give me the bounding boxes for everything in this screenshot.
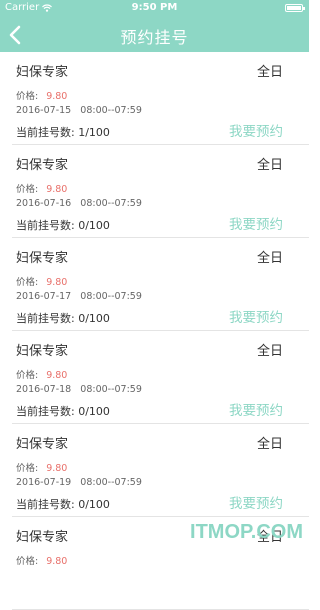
- date-time-row: 2016-07-17 08:00--07:59: [16, 291, 142, 302]
- price-row: 价格: 9.80: [16, 460, 67, 474]
- price-value: 9.80: [46, 277, 68, 288]
- date-time-row: 2016-07-18 08:00--07:59: [16, 384, 142, 395]
- clock: 9:50 PM: [131, 2, 178, 13]
- count-value: 0/100: [78, 405, 110, 418]
- count-row: 当前挂号数: 0/100: [16, 310, 110, 326]
- count-label: 当前挂号数:: [16, 219, 75, 232]
- list-item: 妇保专家 全日 价格: 9.80 2016-07-16 08:00--07:59 …: [12, 145, 309, 238]
- department-name: 妇保专家: [16, 530, 69, 545]
- count-label: 当前挂号数:: [16, 498, 75, 511]
- period-label: 全日: [256, 65, 283, 80]
- page-title: 预约挂号: [120, 28, 189, 47]
- price-label: 价格:: [16, 463, 39, 474]
- price-label: 价格:: [16, 277, 39, 288]
- price-row: 价格: 9.80: [16, 553, 67, 567]
- price-label: 价格:: [16, 370, 39, 381]
- watermark-logo: ITMOP.COM: [190, 521, 303, 543]
- date-time-row: 2016-07-19 08:00--07:59: [16, 477, 142, 488]
- status-bar: Carrier 9:50 PM: [0, 0, 309, 16]
- date-value: 2016-07-15: [16, 105, 72, 116]
- department-name: 妇保专家: [16, 251, 69, 266]
- department-name: 妇保专家: [16, 65, 69, 80]
- department-name: 妇保专家: [16, 344, 69, 359]
- book-button[interactable]: 我要预约: [229, 306, 283, 326]
- date-value: 2016-07-18: [16, 384, 72, 395]
- price-row: 价格: 9.80: [16, 367, 67, 381]
- book-button[interactable]: 我要预约: [229, 399, 283, 419]
- book-button[interactable]: 我要预约: [229, 213, 283, 233]
- period-label: 全日: [256, 344, 283, 359]
- price-row: 价格: 9.80: [16, 181, 67, 195]
- list-item: 妇保专家 全日 价格: 9.80 2016-07-15 08:00--07:59 …: [12, 52, 309, 145]
- time-value: 08:00--07:59: [80, 198, 142, 209]
- book-button[interactable]: 我要预约: [229, 120, 283, 140]
- count-label: 当前挂号数:: [16, 312, 75, 325]
- price-label: 价格:: [16, 91, 39, 102]
- department-name: 妇保专家: [16, 437, 69, 452]
- price-label: 价格:: [16, 184, 39, 195]
- list-item: 妇保专家 全日 价格: 9.80 2016-07-18 08:00--07:59 …: [12, 331, 309, 424]
- price-value: 9.80: [46, 91, 68, 102]
- count-row: 当前挂号数: 0/100: [16, 496, 110, 512]
- price-value: 9.80: [46, 556, 68, 567]
- date-value: 2016-07-16: [16, 198, 72, 209]
- battery-icon: [285, 4, 305, 12]
- date-time-row: 2016-07-15 08:00--07:59: [16, 105, 142, 116]
- period-label: 全日: [256, 437, 283, 452]
- header: Carrier 9:50 PM 预约挂号: [0, 0, 309, 52]
- time-value: 08:00--07:59: [80, 105, 142, 116]
- count-row: 当前挂号数: 0/100: [16, 403, 110, 419]
- period-label: 全日: [256, 251, 283, 266]
- date-value: 2016-07-19: [16, 477, 72, 488]
- count-label: 当前挂号数:: [16, 126, 75, 139]
- time-value: 08:00--07:59: [80, 384, 142, 395]
- count-label: 当前挂号数:: [16, 405, 75, 418]
- list-item: 妇保专家 全日 价格: 9.80 2016-07-19 08:00--07:59 …: [12, 424, 309, 517]
- time-value: 08:00--07:59: [80, 291, 142, 302]
- count-value: 0/100: [78, 219, 110, 232]
- count-value: 1/100: [78, 126, 110, 139]
- book-button[interactable]: 我要预约: [229, 492, 283, 512]
- price-value: 9.80: [46, 184, 68, 195]
- date-value: 2016-07-17: [16, 291, 72, 302]
- time-value: 08:00--07:59: [80, 477, 142, 488]
- department-name: 妇保专家: [16, 158, 69, 173]
- period-label: 全日: [256, 158, 283, 173]
- price-row: 价格: 9.80: [16, 274, 67, 288]
- count-row: 当前挂号数: 0/100: [16, 217, 110, 233]
- price-value: 9.80: [46, 463, 68, 474]
- price-value: 9.80: [46, 370, 68, 381]
- nav-bar: 预约挂号: [0, 18, 309, 52]
- date-time-row: 2016-07-16 08:00--07:59: [16, 198, 142, 209]
- list-item: 妇保专家 全日 价格: 9.80 2016-07-17 08:00--07:59 …: [12, 238, 309, 331]
- count-value: 0/100: [78, 498, 110, 511]
- count-value: 0/100: [78, 312, 110, 325]
- price-row: 价格: 9.80: [16, 88, 67, 102]
- count-row: 当前挂号数: 1/100: [16, 124, 110, 140]
- price-label: 价格:: [16, 556, 39, 567]
